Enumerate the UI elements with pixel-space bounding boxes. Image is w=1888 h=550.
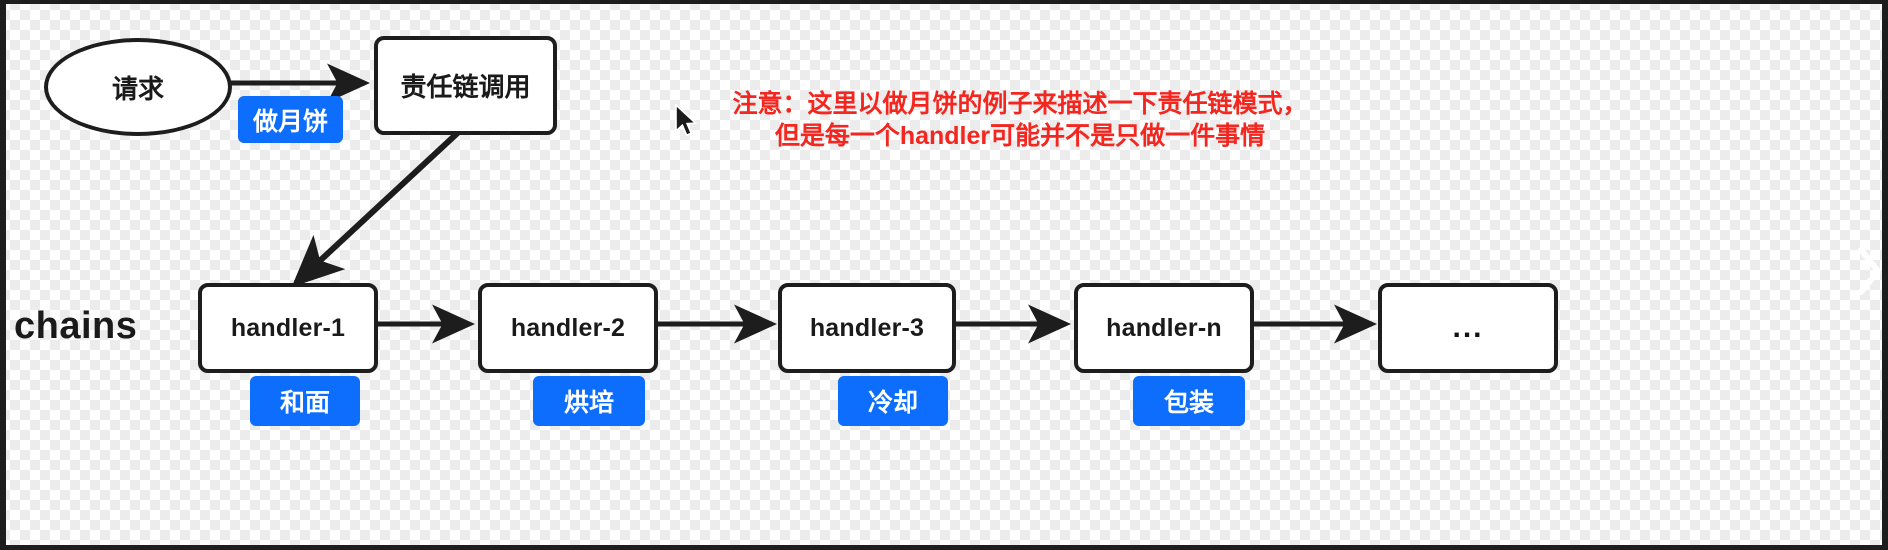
handler-badge-2: 烘培 [533,376,645,426]
request-badge-label: 做月饼 [252,107,328,136]
handler-badge-3-label: 冷却 [867,389,918,417]
handler-badge-n: 包装 [1133,376,1245,426]
diagram-canvas: 请求 做月饼 责任链调用 注意：这里以做月饼的例子来描述一下责任链模式， 但是每… [0,0,1888,550]
handler-node-3[interactable]: handler-3 [778,283,956,373]
annotation-note: 注意：这里以做月饼的例子来描述一下责任链模式， 但是每一个handler可能并不… [732,90,1308,150]
mouse-pointer-icon [675,104,698,137]
chain-call-node-label: 责任链调用 [400,72,531,102]
arrow-call-to-handler-1 [291,124,467,288]
handler-badge-2-label: 烘培 [563,389,614,417]
top-letterbox-bar [0,0,1888,4]
chains-label: chains [14,305,138,347]
bottom-letterbox-bar [0,545,1888,550]
connector-layer [224,63,1378,344]
chevron-right-icon[interactable] [1854,244,1884,298]
handler-node-1-label: handler-1 [230,313,346,342]
request-badge: 做月饼 [238,96,343,143]
handler-node-more[interactable]: ... [1378,283,1558,373]
handler-badge-1: 和面 [250,376,360,426]
handler-badge-n-label: 包装 [1163,389,1214,417]
chain-call-node[interactable]: 责任链调用 [374,36,557,135]
handler-badge-1-label: 和面 [279,389,330,417]
handler-node-2-label: handler-2 [510,313,626,342]
handler-node-2[interactable]: handler-2 [478,283,658,373]
request-node[interactable]: 请求 [44,38,232,136]
handler-badge-3: 冷却 [838,376,948,426]
handler-node-n-label: handler-n [1106,313,1222,342]
handler-node-3-label: handler-3 [809,313,925,342]
handler-node-n[interactable]: handler-n [1074,283,1254,373]
handler-node-1[interactable]: handler-1 [198,283,378,373]
left-letterbox-bar [0,0,6,550]
handler-node-more-label: ... [1452,311,1484,344]
request-node-label: 请求 [111,73,164,104]
